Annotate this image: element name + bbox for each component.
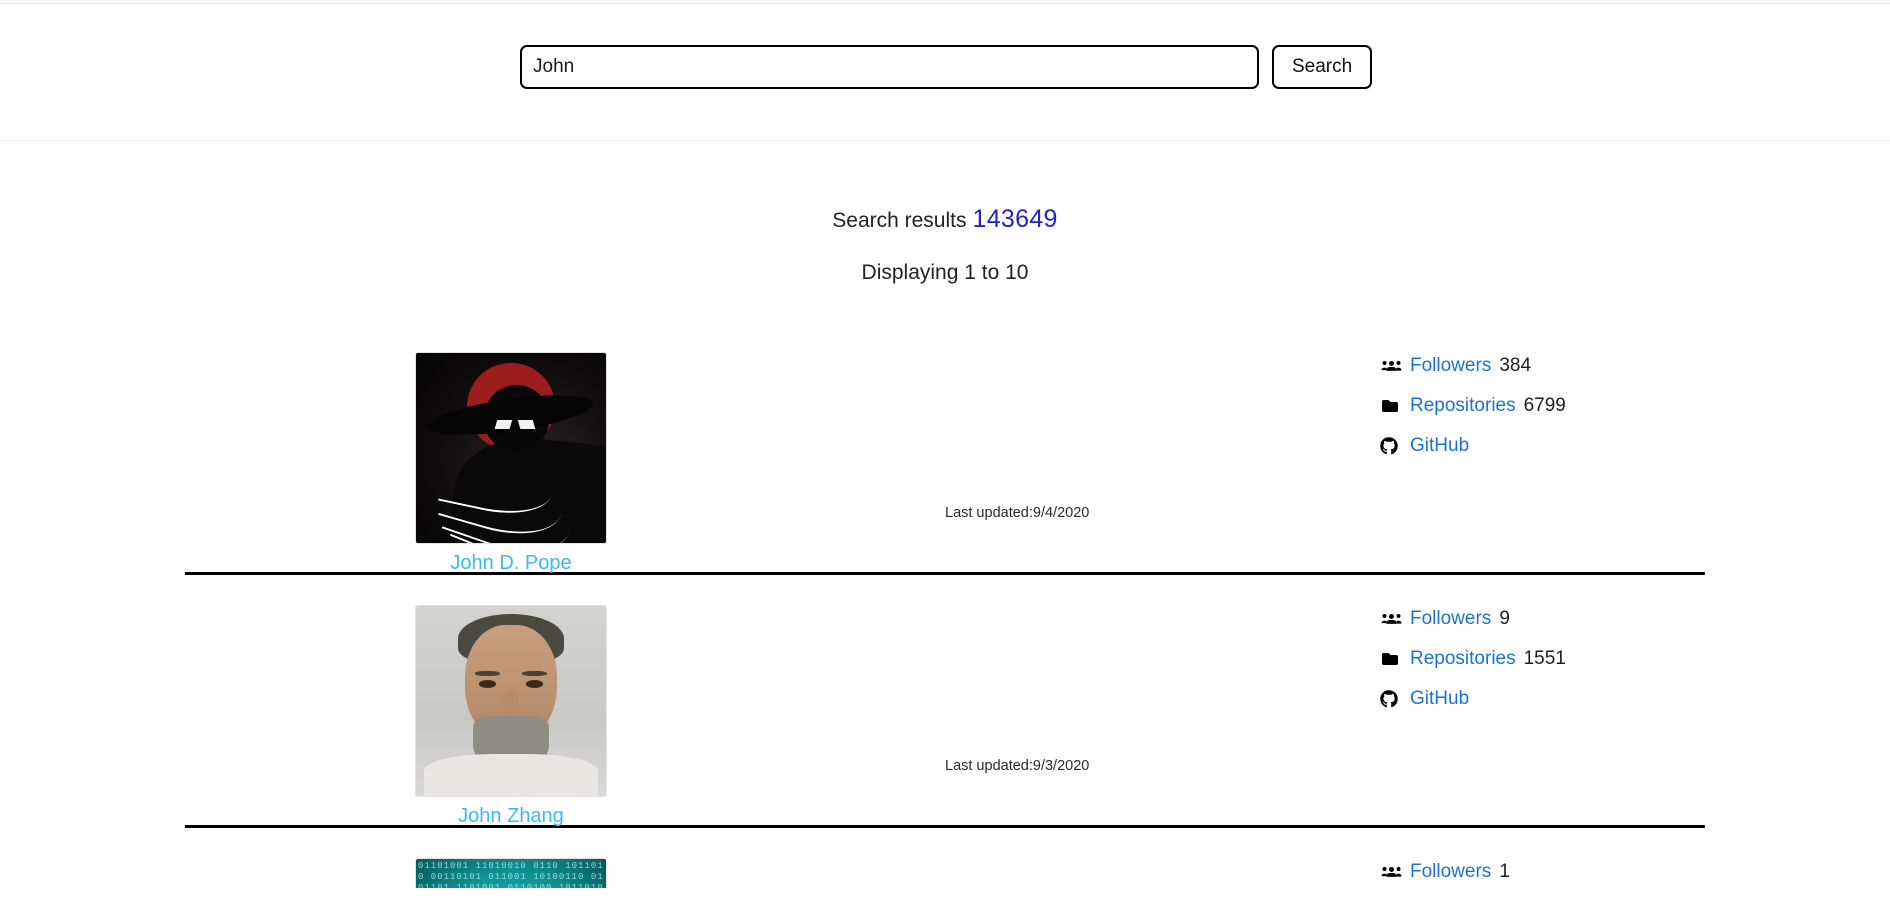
search-button[interactable]: Search bbox=[1272, 45, 1373, 89]
followers-stat: Followers 9 bbox=[1380, 605, 1700, 633]
repositories-link[interactable]: Repositories bbox=[1410, 648, 1516, 670]
user-card: 01101001 11010010 0110 1011010 00110101 … bbox=[185, 828, 1705, 888]
followers-stat: Followers 1 bbox=[1380, 858, 1700, 886]
github-link[interactable]: GitHub bbox=[1410, 688, 1469, 710]
repositories-count: 1551 bbox=[1523, 648, 1566, 669]
repositories-count: 6799 bbox=[1523, 395, 1566, 416]
user-card: John D. Pope Last updated:9/4/2020 Follo… bbox=[185, 322, 1705, 575]
search-results-count: 143649 bbox=[972, 205, 1058, 233]
results-list: John D. Pope Last updated:9/4/2020 Follo… bbox=[185, 322, 1705, 888]
avatar[interactable] bbox=[415, 352, 607, 544]
repositories-stat: Repositories 1551 bbox=[1380, 645, 1700, 673]
followers-link[interactable]: Followers bbox=[1410, 355, 1491, 377]
repositories-stat: Repositories 6799 bbox=[1380, 392, 1700, 420]
avatar[interactable]: 01101001 11010010 0110 1011010 00110101 … bbox=[415, 858, 607, 888]
user-name-link[interactable]: John D. Pope bbox=[415, 552, 607, 575]
search-input[interactable] bbox=[520, 45, 1259, 89]
user-stats: Followers 9 Repositories 1551 GitHub bbox=[1380, 605, 1700, 725]
folder-icon bbox=[1380, 650, 1403, 669]
followers-count: 9 bbox=[1499, 608, 1510, 629]
avatar-image-bearded-man-portrait bbox=[416, 606, 606, 796]
github-stat: GitHub bbox=[1380, 432, 1700, 460]
github-icon bbox=[1380, 690, 1403, 709]
users-group-icon bbox=[1380, 610, 1403, 629]
avatar-image-hooded-binary-figure: 01101001 11010010 0110 1011010 00110101 … bbox=[416, 859, 606, 888]
user-stats: Followers 384 Repositories 6799 GitHub bbox=[1380, 352, 1700, 472]
app-root: Search Search results143649 Displaying 1… bbox=[0, 0, 1890, 914]
table-row: John D. Pope Last updated:9/4/2020 Follo… bbox=[185, 322, 1705, 575]
github-icon bbox=[1380, 437, 1403, 456]
avatar[interactable] bbox=[415, 605, 607, 797]
followers-link[interactable]: Followers bbox=[1410, 861, 1491, 883]
last-updated-label: Last updated:9/4/2020 bbox=[945, 505, 1090, 521]
search-results-line: Search results 143649 bbox=[0, 204, 1890, 234]
user-card: John Zhang Last updated:9/3/2020 Followe… bbox=[185, 575, 1705, 828]
users-group-icon bbox=[1380, 863, 1403, 882]
github-link[interactable]: GitHub bbox=[1410, 435, 1469, 457]
avatar-image-dark-hat-silhouette bbox=[416, 353, 606, 543]
search-results-label: Search results bbox=[832, 209, 967, 232]
search-header: Search bbox=[0, 4, 1890, 141]
table-row: John Zhang Last updated:9/3/2020 Followe… bbox=[185, 575, 1705, 828]
followers-link[interactable]: Followers bbox=[1410, 608, 1491, 630]
last-updated-label: Last updated:9/3/2020 bbox=[945, 758, 1090, 774]
displaying-range-label: Displaying 1 to 10 bbox=[861, 261, 1029, 284]
user-stats: Followers 1 bbox=[1380, 858, 1700, 888]
search-form: Search bbox=[520, 45, 1373, 89]
table-row: 01101001 11010010 0110 1011010 00110101 … bbox=[185, 828, 1705, 888]
user-name-link[interactable]: John Zhang bbox=[415, 805, 607, 828]
results-summary: Search results 143649 Displaying 1 to 10 bbox=[0, 141, 1890, 285]
folder-icon bbox=[1380, 397, 1403, 416]
followers-stat: Followers 384 bbox=[1380, 352, 1700, 380]
users-group-icon bbox=[1380, 357, 1403, 376]
followers-count: 1 bbox=[1499, 861, 1510, 882]
repositories-link[interactable]: Repositories bbox=[1410, 395, 1516, 417]
followers-count: 384 bbox=[1499, 355, 1532, 376]
github-stat: GitHub bbox=[1380, 685, 1700, 713]
